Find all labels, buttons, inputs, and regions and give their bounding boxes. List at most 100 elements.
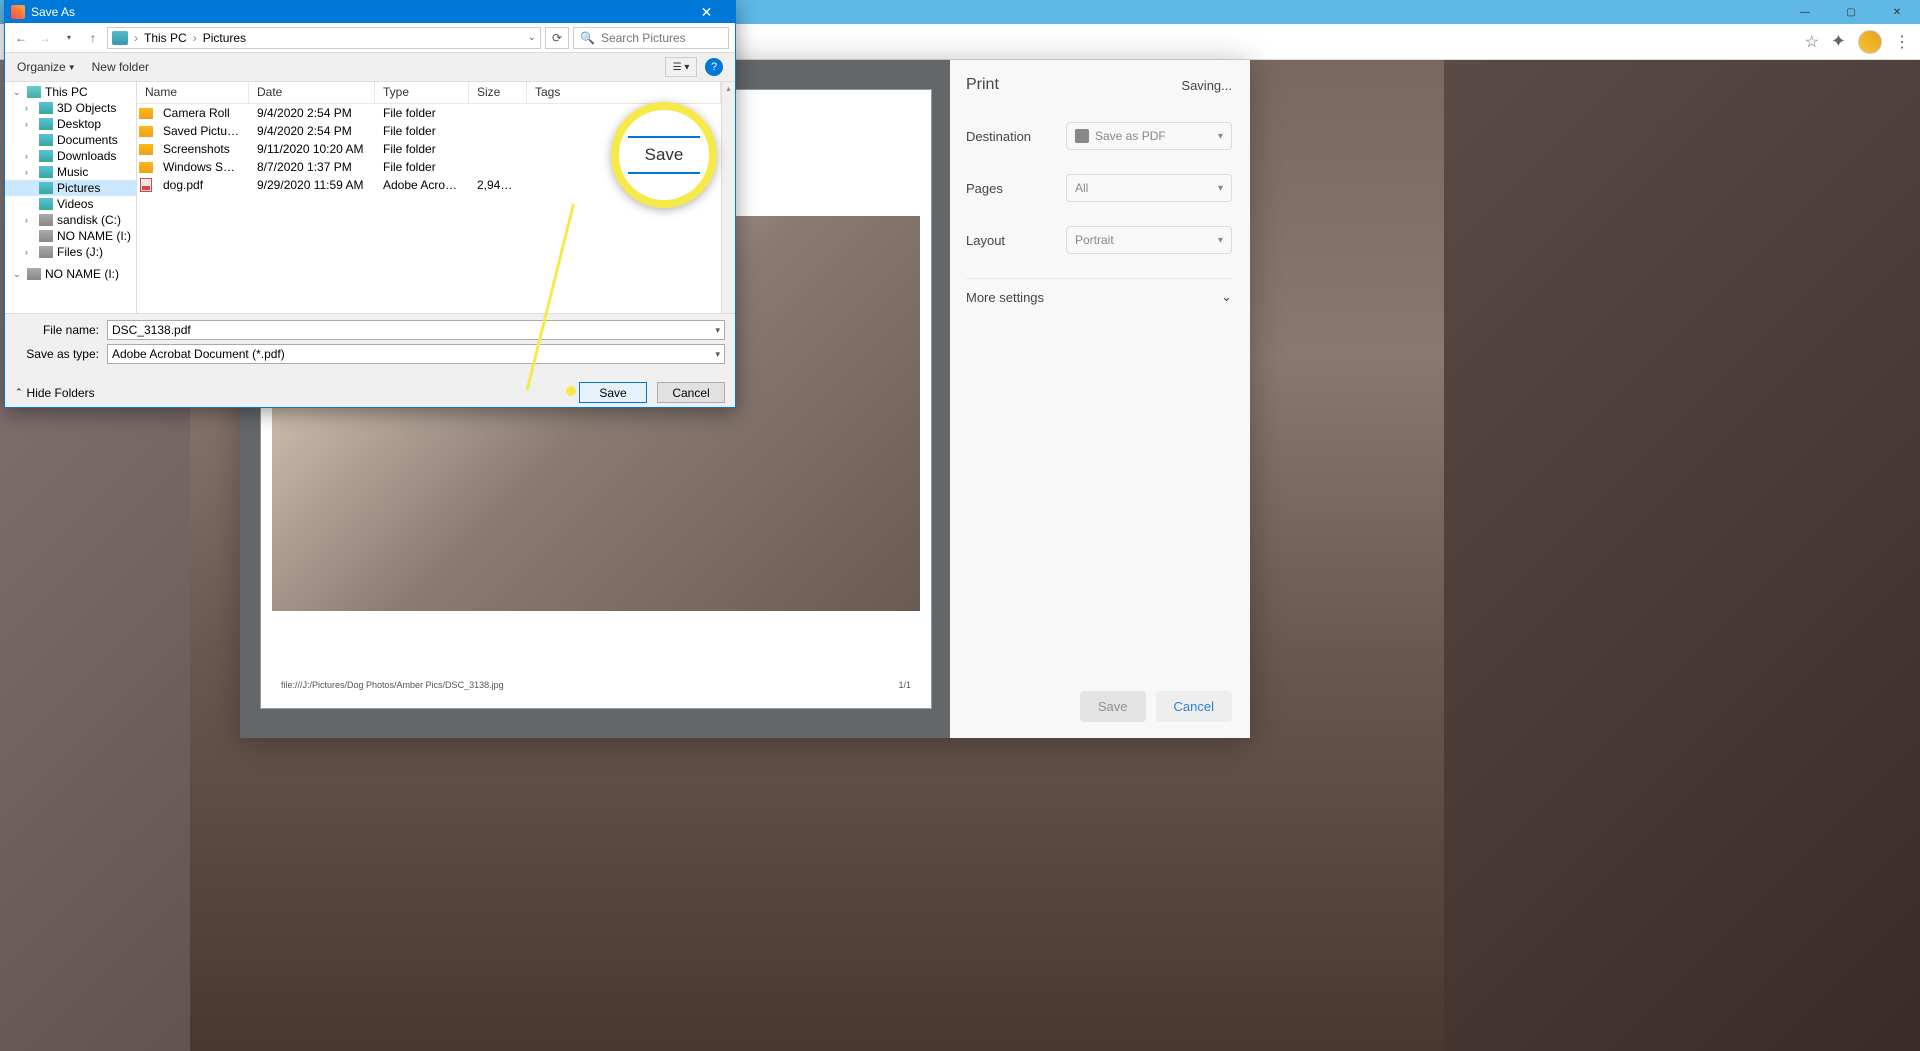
file-name: Screenshots [155, 142, 249, 156]
file-type: File folder [375, 142, 469, 156]
print-cancel-button[interactable]: Cancel [1156, 691, 1232, 722]
tree-item[interactable]: NO NAME (I:) [5, 228, 136, 244]
folder-icon [139, 144, 153, 155]
tree-item[interactable]: ⌄This PC [5, 84, 136, 100]
view-options-button[interactable]: ☰ ▾ [665, 57, 697, 77]
tree-item[interactable]: ›3D Objects [5, 100, 136, 116]
nav-forward-button[interactable]: → [35, 28, 55, 48]
bfolder-icon [39, 118, 53, 130]
tree-item-label: NO NAME (I:) [57, 229, 131, 243]
new-folder-button[interactable]: New folder [92, 60, 149, 74]
tree-item[interactable]: ›Downloads [5, 148, 136, 164]
nav-recent-button[interactable]: ▾ [59, 28, 79, 48]
search-input[interactable]: 🔍 Search Pictures [573, 27, 729, 49]
print-save-button[interactable]: Save [1080, 691, 1146, 722]
minimize-button[interactable]: — [1782, 0, 1828, 24]
file-type: File folder [375, 160, 469, 174]
tree-item-label: Documents [57, 133, 118, 147]
tree-item-label: Music [57, 165, 88, 179]
col-name[interactable]: Name [137, 82, 249, 103]
dialog-titlebar[interactable]: Save As ✕ [5, 1, 735, 23]
folder-tree[interactable]: ⌄This PC›3D Objects›DesktopDocuments›Dow… [5, 82, 137, 313]
breadcrumb-sep-icon: › [134, 31, 138, 45]
col-tags[interactable]: Tags [527, 82, 721, 103]
tree-arrow-icon: › [25, 151, 35, 161]
hide-folders-toggle[interactable]: ⌃ Hide Folders [15, 386, 95, 400]
tree-item[interactable]: ›Music [5, 164, 136, 180]
file-name-input[interactable]: DSC_3138.pdf [107, 320, 725, 340]
print-panel: Print Saving... Destination Save as PDF … [950, 60, 1248, 738]
tree-arrow-icon: › [25, 103, 35, 113]
chevron-down-icon: ▼ [68, 63, 76, 72]
col-type[interactable]: Type [375, 82, 469, 103]
file-date: 9/11/2020 10:20 AM [249, 142, 375, 156]
col-size[interactable]: Size [469, 82, 527, 103]
file-name: dog.pdf [155, 178, 249, 192]
folder-icon [139, 162, 153, 173]
file-size: 2,946 KB [469, 178, 527, 192]
nav-back-button[interactable]: ← [11, 28, 31, 48]
kebab-menu-icon[interactable]: ⋮ [1894, 32, 1910, 52]
dialog-navbar: ← → ▾ ↑ › This PC › Pictures ⌄ ⟳ 🔍 Searc… [5, 23, 735, 53]
nav-up-button[interactable]: ↑ [83, 28, 103, 48]
drive-icon [39, 230, 53, 242]
bfolder-icon [39, 134, 53, 146]
breadcrumb-dropdown-icon[interactable]: ⌄ [528, 32, 536, 43]
file-date: 8/7/2020 1:37 PM [249, 160, 375, 174]
callout-dot [566, 386, 576, 396]
breadcrumb-pc[interactable]: This PC [144, 31, 187, 45]
save-type-select[interactable]: Adobe Acrobat Document (*.pdf) [107, 344, 725, 364]
tree-item[interactable]: Documents [5, 132, 136, 148]
search-icon: 🔍 [580, 31, 595, 45]
tree-item[interactable]: Pictures [5, 180, 136, 196]
tree-item-label: Files (J:) [57, 245, 103, 259]
file-list-header[interactable]: Name Date Type Size Tags [137, 82, 721, 104]
save-button[interactable]: Save [579, 382, 647, 403]
file-date: 9/29/2020 11:59 AM [249, 178, 375, 192]
print-status: Saving... [1181, 78, 1232, 93]
breadcrumb-folder[interactable]: Pictures [203, 31, 246, 45]
pdf-icon [1075, 129, 1089, 143]
file-date: 9/4/2020 2:54 PM [249, 124, 375, 138]
extensions-icon[interactable]: ✦ [1831, 31, 1846, 52]
pc-icon [27, 86, 41, 98]
col-date[interactable]: Date [249, 82, 375, 103]
cancel-button[interactable]: Cancel [657, 382, 725, 403]
folder-icon [139, 108, 153, 119]
bookmark-star-icon[interactable]: ☆ [1805, 32, 1819, 52]
tree-item-label: sandisk (C:) [57, 213, 121, 227]
bfolder-icon [39, 102, 53, 114]
breadcrumb[interactable]: › This PC › Pictures ⌄ [107, 27, 541, 49]
dialog-close-button[interactable]: ✕ [684, 1, 729, 23]
refresh-button[interactable]: ⟳ [545, 27, 569, 49]
tree-item[interactable]: ›Desktop [5, 116, 136, 132]
tree-item[interactable]: Videos [5, 196, 136, 212]
print-title: Print [966, 76, 999, 94]
file-type: Adobe Acrobat D... [375, 178, 469, 192]
scrollbar[interactable]: ▴ [721, 82, 735, 313]
dialog-toolbar: Organize ▼ New folder ☰ ▾ ? [5, 53, 735, 81]
file-date: 9/4/2020 2:54 PM [249, 106, 375, 120]
tree-item[interactable]: ›Files (J:) [5, 244, 136, 260]
layout-select[interactable]: Portrait [1066, 226, 1232, 254]
window-close-button[interactable]: ✕ [1874, 0, 1920, 24]
destination-select[interactable]: Save as PDF [1066, 122, 1232, 150]
more-settings-toggle[interactable]: More settings ⌄ [966, 278, 1232, 315]
tree-arrow-icon: ⌄ [13, 269, 23, 280]
drive-icon [39, 214, 53, 226]
callout-text: Save [645, 145, 684, 165]
maximize-button[interactable]: ▢ [1828, 0, 1874, 24]
tree-item[interactable]: ›sandisk (C:) [5, 212, 136, 228]
layout-label: Layout [966, 233, 1066, 248]
tree-item[interactable]: ⌄NO NAME (I:) [5, 266, 136, 282]
tree-item-label: This PC [45, 85, 88, 99]
chevron-icon: ⌃ [15, 387, 23, 398]
organize-menu[interactable]: Organize ▼ [17, 60, 76, 74]
help-button[interactable]: ? [705, 58, 723, 76]
tree-item-label: Desktop [57, 117, 101, 131]
bfolder-icon [39, 198, 53, 210]
print-footer-path: file:///J:/Pictures/Dog Photos/Amber Pic… [281, 680, 504, 690]
dialog-title: Save As [31, 5, 75, 19]
profile-avatar[interactable] [1858, 30, 1882, 54]
pages-select[interactable]: All [1066, 174, 1232, 202]
